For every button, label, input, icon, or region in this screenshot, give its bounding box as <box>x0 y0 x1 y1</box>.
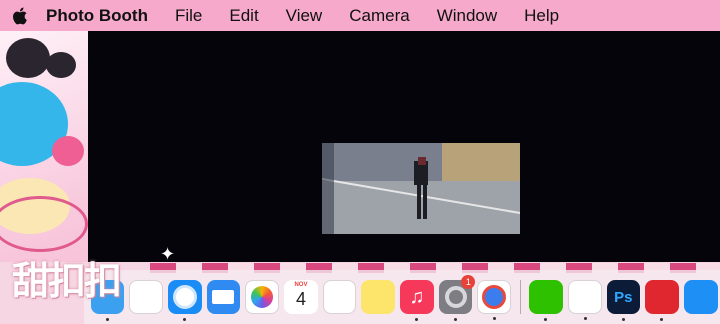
running-indicator <box>621 318 625 321</box>
launchpad-icon[interactable] <box>129 280 163 314</box>
menu-file[interactable]: File <box>175 6 202 26</box>
dock: NOV 4 ♫ 1 Ps <box>84 270 720 324</box>
photos-icon[interactable] <box>245 280 279 314</box>
icon-center <box>172 285 197 309</box>
calendar-day: 4 <box>295 289 306 309</box>
running-indicator <box>182 318 186 321</box>
game-scene-image <box>322 143 520 234</box>
chrome-icon[interactable] <box>477 280 512 320</box>
apple-logo-icon[interactable] <box>10 6 32 26</box>
mail-icon[interactable] <box>206 280 241 314</box>
wallpaper-sticker-text: 甜扣扣 <box>12 261 122 303</box>
flower-shape <box>251 286 274 308</box>
menu-window[interactable]: Window <box>437 6 497 26</box>
menu-photo-booth[interactable]: Photo Booth <box>46 6 148 26</box>
calendar-icon[interactable]: NOV 4 <box>283 280 318 314</box>
photoshop-icon[interactable]: Ps <box>606 280 641 321</box>
app-store-icon[interactable] <box>683 280 718 314</box>
running-indicator <box>453 318 457 321</box>
running-indicator <box>493 317 497 320</box>
menu-view[interactable]: View <box>286 6 323 26</box>
netease-music-icon[interactable] <box>645 280 679 321</box>
menu-bar: Photo Booth File Edit View Camera Window… <box>0 0 720 31</box>
envelope-shape <box>212 290 235 304</box>
calendar-month: NOV <box>294 282 308 288</box>
running-indicator <box>583 317 587 320</box>
camera-preview[interactable] <box>322 143 520 234</box>
music-icon[interactable]: ♫ <box>400 280 434 321</box>
menu-camera[interactable]: Camera <box>349 6 409 26</box>
wallpaper-plate <box>0 196 88 252</box>
gear-shape <box>444 286 467 308</box>
wallpaper-cow-spot <box>6 38 50 78</box>
app-label: Ps <box>614 288 633 306</box>
menu-edit[interactable]: Edit <box>229 6 258 26</box>
running-indicator <box>544 318 548 321</box>
qq-penguin-icon[interactable] <box>567 280 602 320</box>
wechat-icon[interactable] <box>529 280 563 321</box>
dock-separator <box>519 280 521 314</box>
reminders-icon[interactable] <box>322 280 357 314</box>
running-indicator <box>105 318 109 321</box>
wallpaper-pink-heart <box>52 136 84 166</box>
running-indicator <box>415 318 419 321</box>
gear-icon[interactable]: 1 <box>438 275 476 321</box>
running-indicator <box>660 318 664 321</box>
notification-badge: 1 <box>461 275 476 289</box>
notes-icon[interactable] <box>361 280 396 314</box>
music-note-shape: ♫ <box>409 285 425 308</box>
photo-booth-window <box>88 31 720 265</box>
icon-center <box>482 285 507 309</box>
safari-icon[interactable] <box>167 280 202 321</box>
wallpaper-cow-spot <box>46 52 76 78</box>
sparkle-icon: ✦ <box>160 244 176 264</box>
menu-help[interactable]: Help <box>524 6 559 26</box>
